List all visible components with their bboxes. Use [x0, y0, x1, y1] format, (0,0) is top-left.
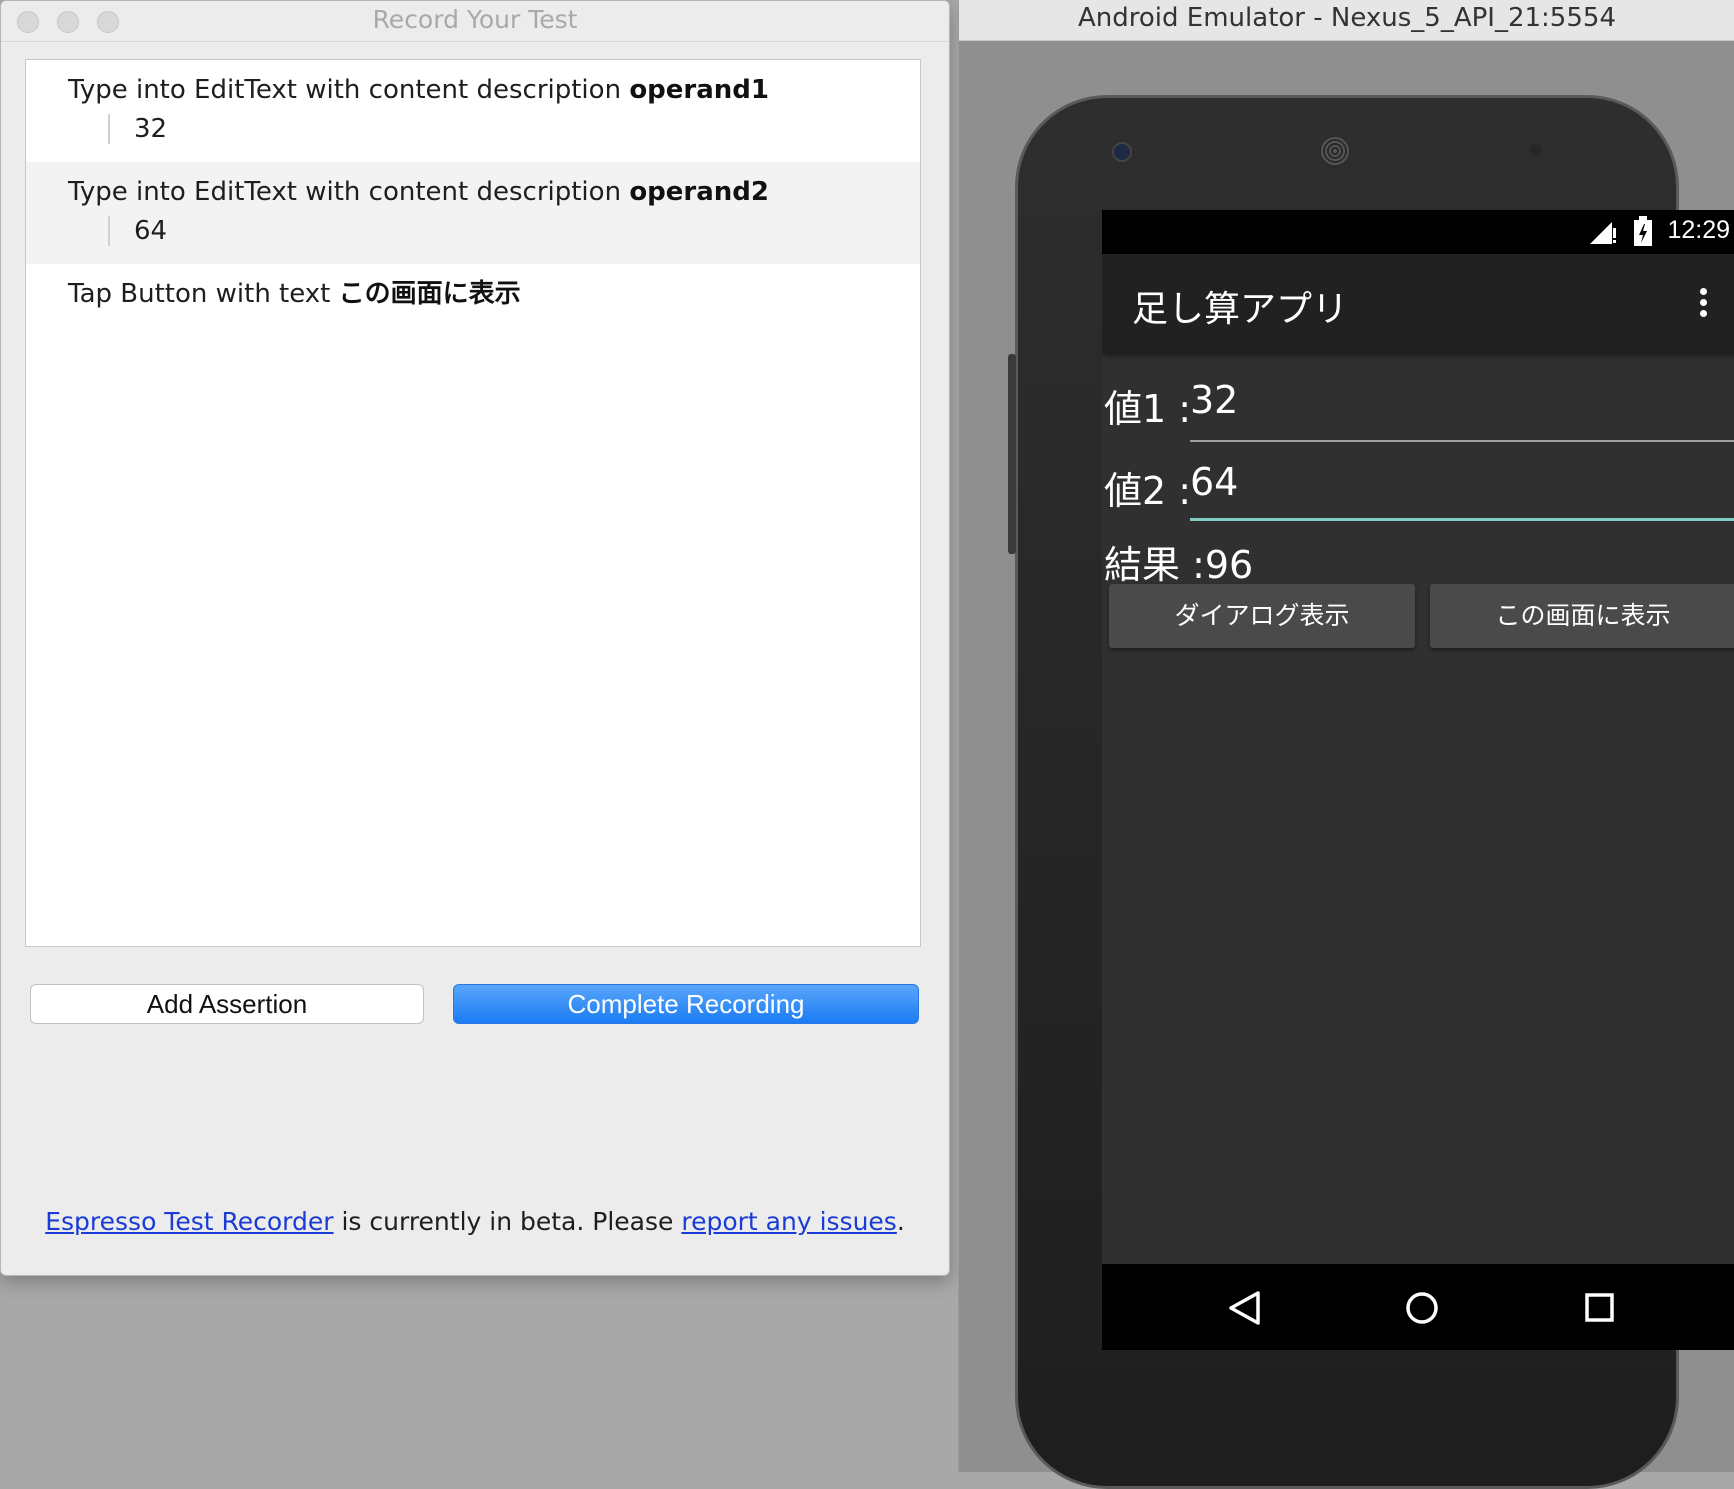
app-title: 足し算アプリ — [1132, 289, 1349, 330]
report-issues-link[interactable]: report any issues — [681, 1207, 896, 1236]
dialog-title: Record Your Test — [372, 5, 578, 34]
app-bar: 足し算アプリ — [1102, 254, 1734, 352]
phone-frame: 12:29 足し算アプリ 値1 : 32 値2 : 64 結果 :96 ダイアロ… — [1008, 95, 1734, 1489]
operand1-underline — [1190, 440, 1734, 442]
speaker-grille-icon — [1320, 136, 1350, 166]
recorded-steps-list[interactable]: Type into EditText with content descript… — [25, 59, 921, 947]
battery-icon — [1634, 216, 1652, 246]
add-assertion-button[interactable]: Add Assertion — [30, 984, 424, 1024]
back-icon[interactable] — [1228, 1290, 1262, 1326]
overflow-menu-icon[interactable] — [1700, 288, 1708, 318]
emulator-body: 12:29 足し算アプリ 値1 : 32 値2 : 64 結果 :96 ダイアロ… — [959, 41, 1734, 1489]
dialog-titlebar: Record Your Test — [1, 1, 949, 42]
step-description: Type into EditText with content descript… — [68, 177, 630, 207]
navigation-bar — [1102, 1264, 1734, 1350]
sensor-icon — [1530, 144, 1542, 156]
complete-recording-button[interactable]: Complete Recording — [453, 984, 919, 1024]
beta-notice-end: . — [896, 1207, 905, 1236]
operand2-label: 値2 : — [1104, 469, 1192, 513]
step-description: Type into EditText with content descript… — [68, 75, 630, 105]
status-bar: 12:29 — [1102, 210, 1734, 254]
step-target: operand1 — [629, 75, 769, 105]
show-on-screen-button[interactable]: この画面に表示 — [1430, 584, 1734, 648]
step-description: Tap Button with text — [68, 279, 339, 309]
signal-icon — [1590, 222, 1616, 244]
list-item[interactable]: Type into EditText with content descript… — [26, 60, 920, 162]
result-text: 結果 :96 — [1104, 543, 1254, 587]
list-item[interactable]: Type into EditText with content descript… — [26, 162, 920, 264]
step-target: この画面に表示 — [338, 279, 521, 309]
beta-notice: Espresso Test Recorder is currently in b… — [1, 1207, 949, 1236]
emulator-title: Android Emulator - Nexus_5_API_21:5554 — [1078, 3, 1616, 33]
step-target: operand2 — [629, 177, 769, 207]
status-time: 12:29 — [1667, 216, 1730, 244]
emulator-window: Android Emulator - Nexus_5_API_21:5554 1… — [958, 0, 1734, 1489]
record-test-dialog: Record Your Test Type into EditText with… — [0, 0, 950, 1276]
operand1-label: 値1 : — [1104, 387, 1192, 431]
front-camera-icon — [1112, 142, 1132, 162]
recents-icon[interactable] — [1584, 1292, 1616, 1324]
list-item[interactable]: Tap Button with text この画面に表示 — [26, 264, 920, 324]
beta-notice-text: is currently in beta. Please — [333, 1207, 682, 1236]
device-screen[interactable]: 12:29 足し算アプリ 値1 : 32 値2 : 64 結果 :96 ダイアロ… — [1102, 210, 1734, 1350]
operand2-input[interactable]: 64 — [1190, 460, 1238, 504]
volume-button[interactable] — [1008, 354, 1016, 554]
home-icon[interactable] — [1404, 1290, 1440, 1326]
operand2-underline — [1190, 518, 1734, 521]
step-value: 32 — [108, 114, 920, 144]
emulator-titlebar: Android Emulator - Nexus_5_API_21:5554 — [959, 0, 1734, 41]
step-value: 64 — [108, 216, 920, 246]
operand1-input[interactable]: 32 — [1190, 378, 1238, 422]
espresso-recorder-link[interactable]: Espresso Test Recorder — [45, 1207, 333, 1236]
show-dialog-button[interactable]: ダイアログ表示 — [1109, 584, 1415, 648]
